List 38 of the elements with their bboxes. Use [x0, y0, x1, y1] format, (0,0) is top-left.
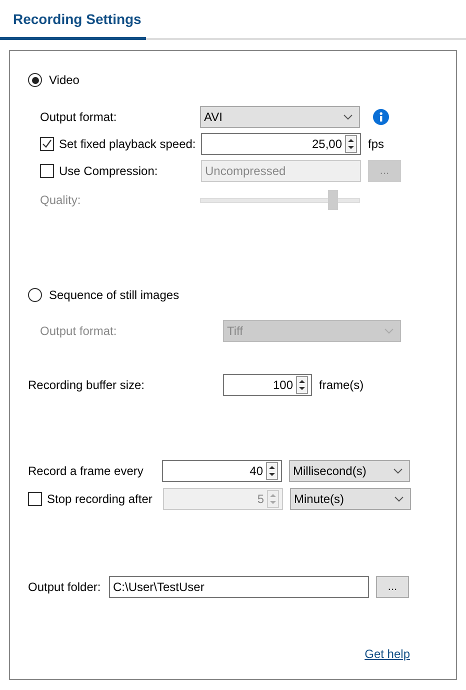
- radio-button[interactable]: [28, 73, 42, 87]
- checkbox[interactable]: [40, 164, 54, 178]
- spinner-icon[interactable]: [345, 135, 357, 153]
- spinner-icon[interactable]: [266, 462, 278, 480]
- field-label: Output folder:: [28, 580, 102, 594]
- chevron-icon: [343, 114, 353, 120]
- checkbox-label: Set fixed playback speed:: [59, 137, 197, 151]
- tab[interactable]: Recording Settings: [0, 0, 146, 40]
- number-field[interactable]: 25,00: [201, 133, 361, 155]
- chevron-icon: [394, 496, 404, 502]
- info-icon[interactable]: [373, 109, 389, 125]
- field-label: Output format:: [40, 110, 118, 124]
- help-link[interactable]: Get help: [364, 647, 410, 661]
- slider-thumb[interactable]: [328, 190, 338, 210]
- checkbox[interactable]: [40, 137, 54, 151]
- field-label: Record a frame every: [28, 464, 144, 478]
- spinner-icon[interactable]: [296, 376, 308, 394]
- checkbox-label: Use Compression:: [59, 164, 159, 178]
- chevron-icon: [393, 468, 403, 474]
- radio-label: Video: [49, 73, 80, 87]
- field-label: Recording buffer size:: [28, 378, 146, 392]
- unit-label: frame(s): [319, 378, 364, 392]
- number-field[interactable]: 40: [162, 460, 282, 482]
- dropdown[interactable]: AVI: [200, 106, 360, 128]
- number-field[interactable]: 100: [223, 374, 312, 396]
- field-label: Output format:: [40, 324, 118, 338]
- checkbox-label: Stop recording after: [47, 492, 154, 506]
- folder-field[interactable]: C:\User\TestUser: [109, 576, 369, 598]
- dropdown[interactable]: Millisecond(s): [289, 460, 410, 482]
- unit-label: fps: [368, 137, 384, 151]
- quality-slider[interactable]: [200, 190, 360, 210]
- radio-label: Sequence of still images: [49, 288, 180, 302]
- browse-button[interactable]: ...: [376, 576, 409, 598]
- chevron-icon: [384, 328, 394, 334]
- checkbox[interactable]: [28, 492, 42, 506]
- radio-button[interactable]: [28, 288, 42, 302]
- dropdown[interactable]: Minute(s): [290, 488, 411, 510]
- slider-label: Quality:: [40, 193, 82, 207]
